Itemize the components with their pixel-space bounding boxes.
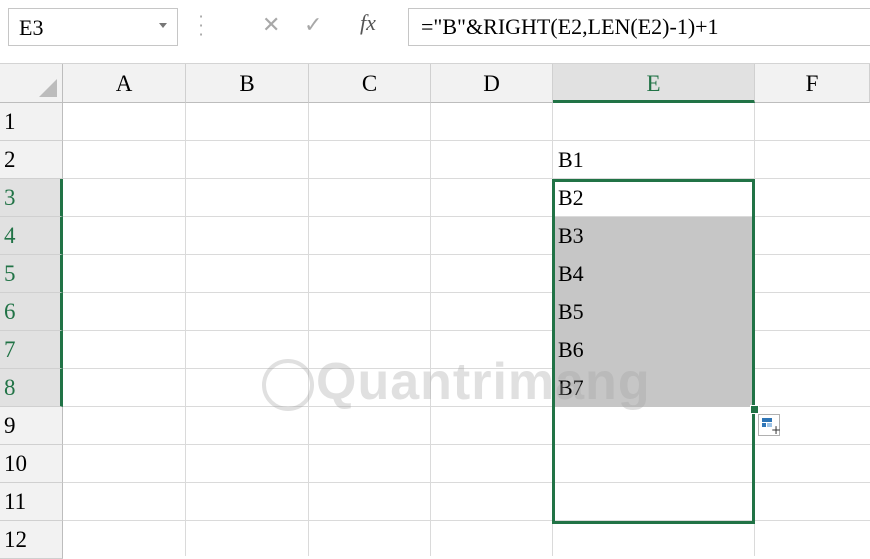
row-header-5[interactable]: 5 (0, 255, 63, 293)
gridline (63, 482, 870, 483)
more-options-icon: · · · (198, 7, 204, 44)
cell-e4[interactable]: B3 (553, 217, 753, 255)
formula-bar: E3 · · · ✕ ✓ fx ="B"&RIGHT(E2,LEN(E2)-1)+1 (0, 0, 870, 64)
cell-e3[interactable]: B2 (553, 179, 753, 217)
formula-input[interactable]: ="B"&RIGHT(E2,LEN(E2)-1)+1 (408, 8, 870, 46)
fill-handle[interactable] (750, 405, 759, 414)
name-box-value: E3 (19, 15, 44, 40)
gridline (63, 444, 870, 445)
insert-function-icon[interactable]: fx (360, 10, 376, 36)
row-header-2[interactable]: 2 (0, 141, 63, 179)
row-header-1[interactable]: 1 (0, 103, 63, 141)
name-box[interactable]: E3 (8, 8, 178, 46)
gridline (63, 520, 870, 521)
formula-text: ="B"&RIGHT(E2,LEN(E2)-1)+1 (421, 14, 719, 39)
row-header-12[interactable]: 12 (0, 521, 63, 559)
column-header-c[interactable]: C (309, 64, 431, 103)
row-header-6[interactable]: 6 (0, 293, 63, 331)
lightbulb-icon (262, 359, 314, 412)
row-header-8[interactable]: 8 (0, 369, 63, 407)
select-all-button[interactable] (0, 64, 63, 103)
column-header-d[interactable]: D (431, 64, 553, 103)
column-header-e[interactable]: E (553, 64, 755, 103)
column-header-b[interactable]: B (186, 64, 309, 103)
column-header-f[interactable]: F (755, 64, 870, 103)
close-icon[interactable]: ✕ (262, 13, 280, 38)
row-header-3[interactable]: 3 (0, 179, 63, 217)
column-header-a[interactable]: A (63, 64, 186, 103)
row-header-10[interactable]: 10 (0, 445, 63, 483)
auto-fill-options-icon[interactable]: + (758, 414, 781, 436)
row-header-7[interactable]: 7 (0, 331, 63, 369)
chevron-down-icon[interactable] (159, 23, 167, 28)
cell-e5[interactable]: B4 (553, 255, 753, 293)
cell-e2[interactable]: B1 (553, 141, 753, 179)
row-header-11[interactable]: 11 (0, 483, 63, 521)
row-header-4[interactable]: 4 (0, 217, 63, 255)
cell-e6[interactable]: B5 (553, 293, 753, 331)
row-header-9[interactable]: 9 (0, 407, 63, 445)
watermark-logo: Quantrimang (262, 352, 651, 412)
check-icon[interactable]: ✓ (304, 13, 322, 38)
